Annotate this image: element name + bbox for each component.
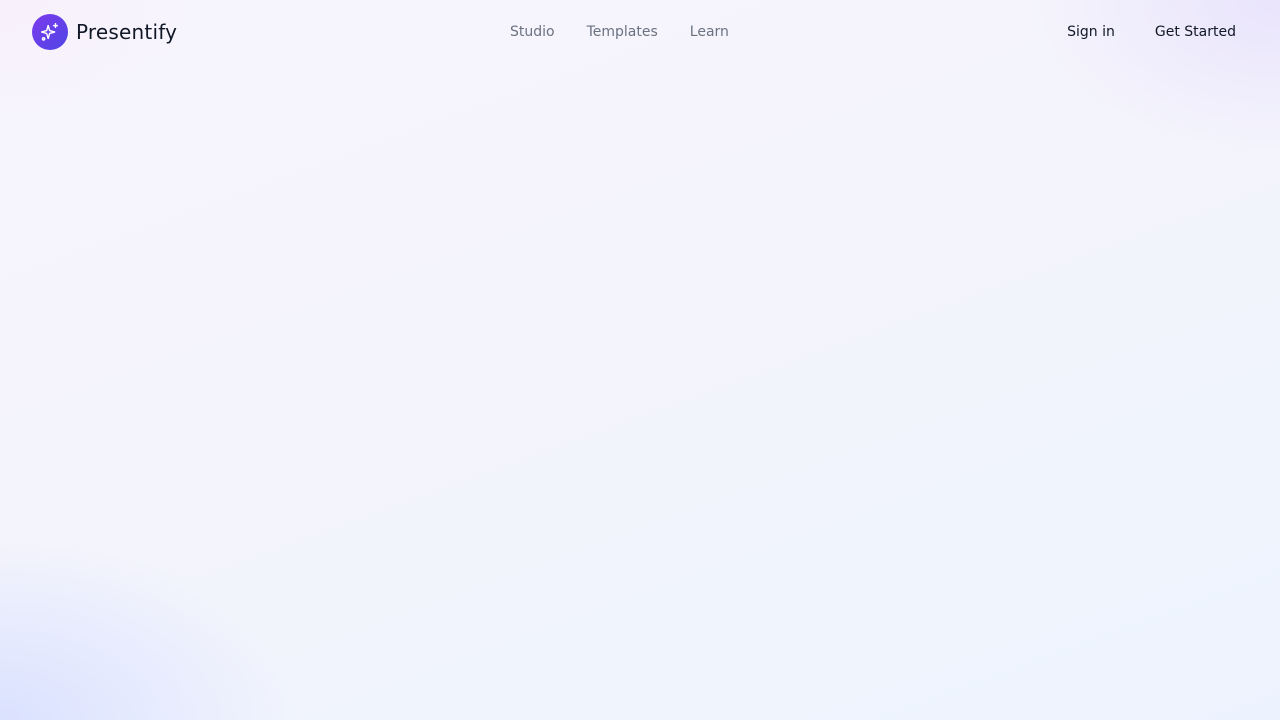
- nav-templates-link[interactable]: Templates: [587, 24, 658, 40]
- nav-studio-link[interactable]: Studio: [510, 24, 555, 40]
- sparkles-icon: [41, 23, 59, 41]
- nav-learn-link[interactable]: Learn: [690, 24, 729, 40]
- brand-home-link[interactable]: Presentify: [32, 14, 177, 50]
- get-started-button[interactable]: Get Started: [1155, 24, 1236, 40]
- sign-in-link[interactable]: Sign in: [1067, 24, 1115, 40]
- brand-name: Presentify: [76, 20, 178, 44]
- top-navbar: Presentify Studio Templates Learn Sign i…: [0, 0, 1280, 64]
- header-actions: Sign in Get Started: [1067, 0, 1236, 64]
- page-background: [0, 0, 1280, 720]
- main-nav: Studio Templates Learn: [510, 0, 729, 64]
- brand-logo: [32, 14, 68, 50]
